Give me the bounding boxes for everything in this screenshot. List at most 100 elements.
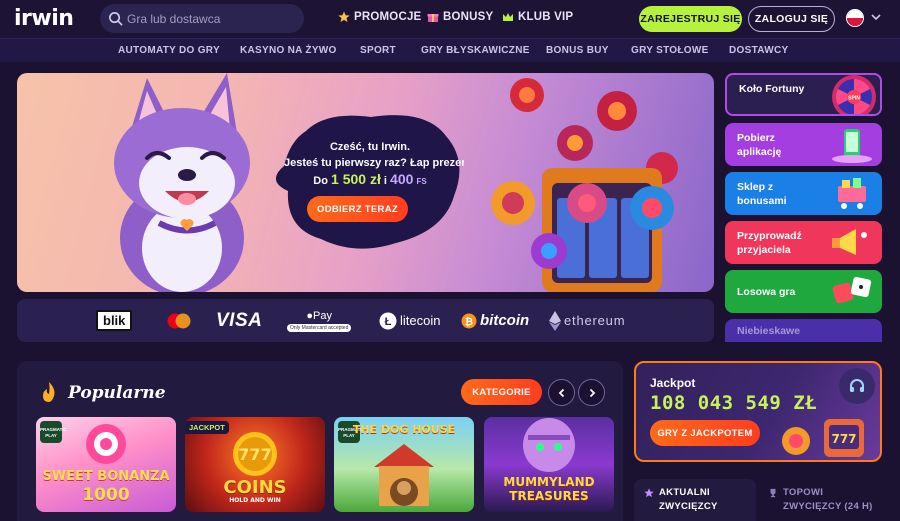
hero-amount-fs: 400 bbox=[390, 171, 414, 187]
star-icon bbox=[338, 11, 350, 22]
nav-promotions[interactable]: PROMOCJE bbox=[338, 11, 421, 23]
game-title: COINS bbox=[223, 477, 287, 498]
tab-top-winners[interactable]: TOPOWI ZWYCIĘZCY (24 H) bbox=[766, 479, 882, 521]
prev-arrow-button[interactable] bbox=[548, 379, 575, 406]
jackpot-badge: JACKPOT bbox=[185, 421, 229, 434]
blik-logo: blik bbox=[96, 299, 133, 342]
svg-text:₿: ₿ bbox=[465, 316, 473, 328]
support-chat-button[interactable] bbox=[839, 368, 875, 404]
promo-download-app[interactable]: Pobierz aplikację bbox=[725, 123, 882, 166]
megaphone-icon bbox=[832, 229, 867, 255]
promo-partial-label: Niebieskawe bbox=[737, 325, 801, 337]
promo-invite-label: Przyprowadź przyjaciela bbox=[737, 230, 802, 256]
tab-top-winners-label: TOPOWI ZWYCIĘZCY (24 H) bbox=[783, 487, 873, 512]
visa-logo: VISA bbox=[216, 309, 263, 331]
popular-title: Popularne bbox=[68, 383, 166, 403]
chevron-down-icon[interactable] bbox=[870, 11, 882, 23]
claim-now-button[interactable]: ODBIERZ TERAZ bbox=[307, 196, 408, 222]
spin-label: SPIN bbox=[848, 96, 860, 102]
game-subtitle: 1000 bbox=[82, 485, 130, 505]
tab-current-winners[interactable]: AKTUALNI ZWYCIĘZCY bbox=[634, 479, 756, 521]
game-subtitle: TREASURES bbox=[509, 489, 589, 503]
svg-text:Ł: Ł bbox=[385, 316, 392, 328]
promo-shop-label: Sklep z bonusami bbox=[737, 181, 787, 207]
trophy-icon bbox=[770, 488, 776, 498]
mummy-image bbox=[523, 418, 575, 472]
game-tile-mummyland[interactable]: MUMMYLAND TREASURES bbox=[484, 417, 614, 512]
bitcoin-logo: ₿ bitcoin bbox=[461, 299, 529, 342]
site-logo[interactable]: irwin bbox=[14, 6, 74, 31]
headset-icon bbox=[850, 379, 864, 392]
slot-machine-image bbox=[491, 78, 678, 292]
coin-image: 777 bbox=[233, 432, 277, 476]
game-title: THE DOG HOUSE bbox=[352, 423, 456, 436]
hero-amount-zl: 1 500 zł bbox=[331, 171, 381, 187]
apple-pay-logo: ●Pay Only Mastercard accepted bbox=[287, 299, 352, 342]
mastercard-icon bbox=[166, 299, 192, 342]
hero-greeting: Cześć, tu Irwin. bbox=[329, 141, 411, 153]
search-box[interactable] bbox=[100, 4, 304, 33]
bitcoin-icon: ₿ bbox=[461, 313, 477, 328]
dog-mascot-image bbox=[114, 73, 250, 292]
game-tile-sweet-bonanza[interactable]: PRAGMATIC PLAY SWEET BONANZA 1000 bbox=[36, 417, 176, 512]
promo-wheel-of-fortune[interactable]: Koło Fortuny SPIN bbox=[725, 73, 882, 116]
candy-image bbox=[86, 424, 126, 464]
svg-text:777: 777 bbox=[831, 432, 856, 446]
promo-app-label: Pobierz aplikację bbox=[737, 132, 782, 158]
category-bar: AUTOMATY DO GRY KASYNO NA ŻYWO SPORT GRY… bbox=[0, 38, 900, 62]
tab-current-winners-label: AKTUALNI ZWYCIĘZCY bbox=[659, 487, 718, 512]
svg-text:777: 777 bbox=[238, 445, 271, 464]
search-icon bbox=[109, 12, 123, 26]
star-icon bbox=[644, 488, 654, 498]
category-live-casino[interactable]: KASYNO NA ŻYWO bbox=[240, 45, 337, 56]
next-arrow-button[interactable] bbox=[578, 379, 605, 406]
jackpot-games-button[interactable]: GRY Z JACKPOTEM bbox=[650, 420, 760, 446]
jackpot-coins-image: 777 bbox=[782, 419, 864, 457]
promo-bonus-shop[interactable]: Sklep z bonusami bbox=[725, 172, 882, 215]
nav-bonuses[interactable]: BONUSY bbox=[427, 11, 493, 23]
litecoin-logo: Ł litecoin bbox=[379, 299, 440, 342]
winners-tabs: AKTUALNI ZWYCIĘZCY TOPOWI ZWYCIĘZCY (24 … bbox=[634, 479, 882, 521]
nav-promotions-label: PROMOCJE bbox=[354, 11, 422, 23]
shopping-cart-icon bbox=[838, 178, 866, 209]
category-instant-games[interactable]: GRY BŁYSKAWICZNE bbox=[421, 45, 530, 56]
game-title: MUMMYLAND bbox=[503, 475, 595, 489]
promo-invite-friend[interactable]: Przyprowadź przyjaciela bbox=[725, 221, 882, 264]
category-sport[interactable]: SPORT bbox=[360, 45, 396, 56]
category-providers[interactable]: DOSTAWCY bbox=[729, 45, 788, 56]
flag-poland-icon[interactable] bbox=[846, 9, 864, 27]
provider-badge: PRAGMATIC PLAY bbox=[40, 421, 67, 443]
login-button[interactable]: ZALOGUJ SIĘ bbox=[748, 6, 835, 32]
dog-house-image bbox=[374, 444, 434, 506]
category-bonus-buy[interactable]: BONUS BUY bbox=[546, 45, 609, 56]
game-tile-dog-house[interactable]: PRAGMATIC PLAY THE DOG HOUSE bbox=[334, 417, 474, 512]
payment-methods-bar: blik VISA ●Pay Only Mastercard accepted … bbox=[17, 299, 714, 342]
nav-vip-club[interactable]: KLUB VIP bbox=[502, 11, 573, 23]
top-bar: irwin PROMOCJE BONUSY KLUB VIP ZAREJESTR… bbox=[0, 0, 900, 38]
nav-bonuses-label: BONUSY bbox=[443, 11, 494, 23]
promo-random-label: Losowa gra bbox=[737, 286, 796, 298]
chevron-right-icon bbox=[589, 388, 595, 397]
dice-icon bbox=[832, 276, 872, 304]
chevron-left-icon bbox=[558, 388, 564, 397]
categories-button[interactable]: KATEGORIE bbox=[461, 379, 542, 405]
crown-icon bbox=[503, 13, 513, 21]
jackpot-label: Jackpot bbox=[650, 376, 696, 390]
search-input[interactable] bbox=[127, 11, 297, 26]
litecoin-icon: Ł bbox=[379, 312, 397, 329]
phone-app-icon bbox=[832, 129, 872, 163]
promo-random-game[interactable]: Losowa gra bbox=[725, 270, 882, 313]
game-tile-coins[interactable]: JACKPOT 777 COINS HOLD AND WIN bbox=[185, 417, 325, 512]
register-button[interactable]: ZAREJESTRUJ SIĘ bbox=[639, 6, 742, 32]
game-title: SWEET BONANZA bbox=[42, 469, 170, 484]
ethereum-icon bbox=[549, 310, 561, 331]
game-subtitle: HOLD AND WIN bbox=[229, 497, 281, 504]
promo-wheel-label: Koło Fortuny bbox=[739, 83, 805, 95]
hero-banner[interactable]: Cześć, tu Irwin. Jesteś tu pierwszy raz?… bbox=[17, 73, 714, 292]
category-table-games[interactable]: GRY STOŁOWE bbox=[631, 45, 709, 56]
category-slots[interactable]: AUTOMATY DO GRY bbox=[118, 45, 220, 56]
hero-offer: Do 1 500 zł i 400 FS bbox=[313, 171, 427, 187]
promo-partial[interactable]: Niebieskawe bbox=[725, 319, 882, 342]
fire-icon bbox=[43, 382, 55, 402]
gift-icon bbox=[427, 14, 439, 22]
